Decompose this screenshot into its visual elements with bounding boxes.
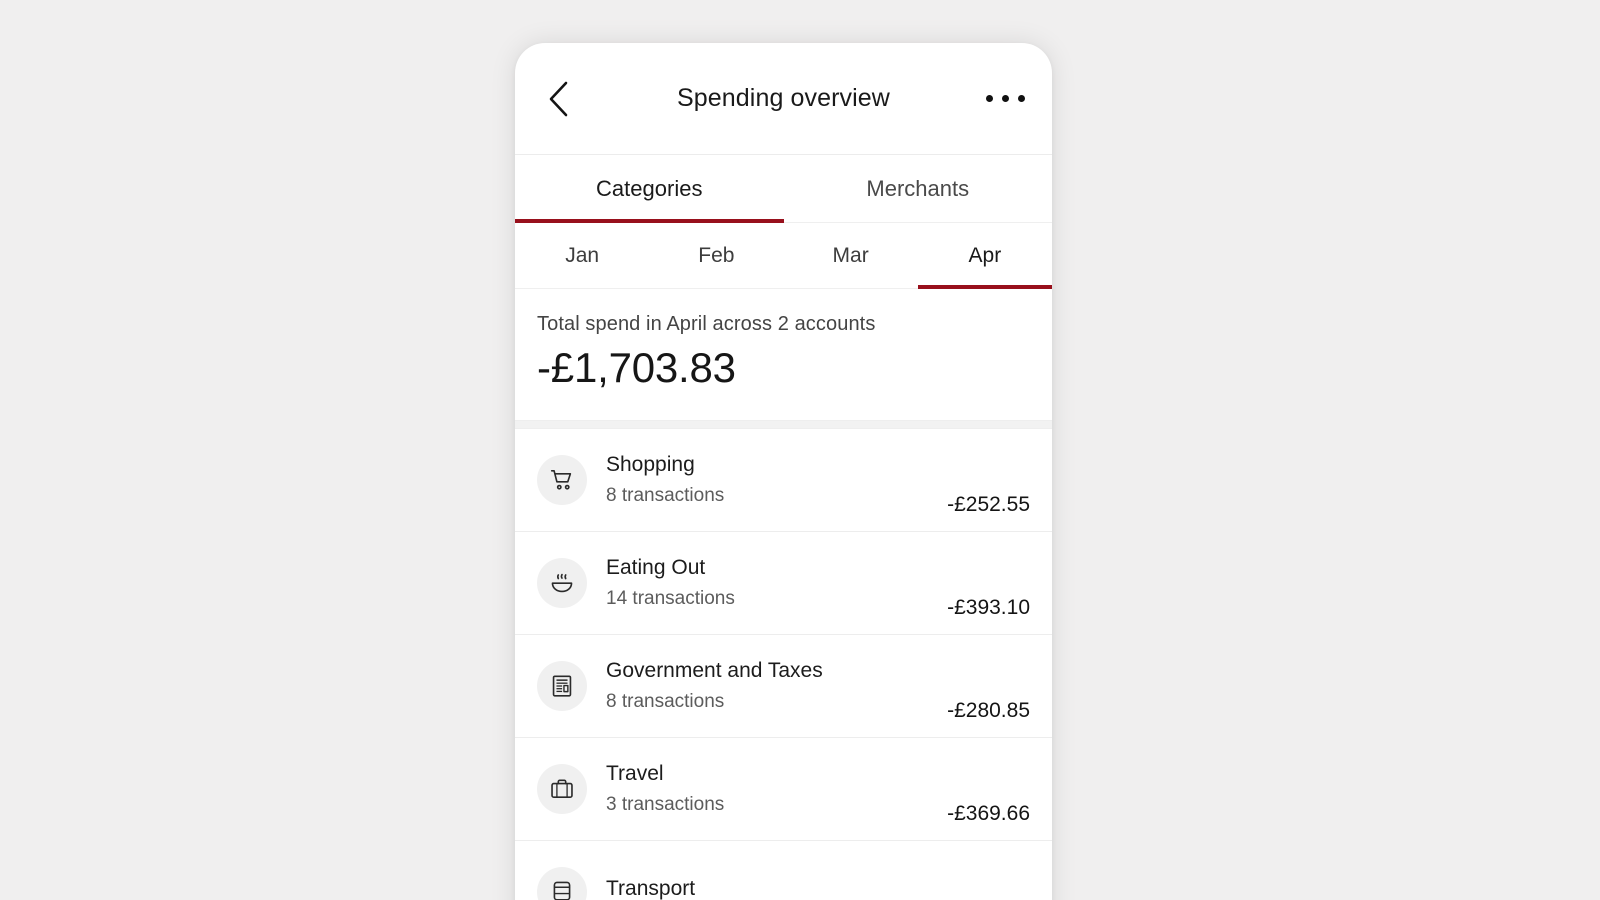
chevron-left-icon bbox=[546, 79, 572, 119]
overflow-dot-3 bbox=[1017, 95, 1025, 102]
category-amount: -£393.10 bbox=[947, 596, 1030, 619]
category-name: Eating Out bbox=[606, 555, 706, 579]
tab-month-feb[interactable]: Feb bbox=[649, 223, 783, 288]
overflow-dot-1 bbox=[985, 95, 993, 102]
category-name: Government and Taxes bbox=[606, 658, 823, 682]
summary-amount: -£1,703.83 bbox=[537, 344, 736, 391]
phone-card: Spending overview Categories Merchants J… bbox=[515, 43, 1052, 900]
overflow-dot-2 bbox=[1001, 95, 1009, 102]
category-row-shopping[interactable]: Shopping 8 transactions -£252.55 bbox=[515, 429, 1052, 532]
category-amount: -£369.66 bbox=[947, 802, 1030, 825]
category-text: Transport bbox=[606, 875, 1030, 900]
document-icon bbox=[537, 661, 587, 711]
category-transactions: 8 transactions bbox=[606, 485, 725, 507]
category-name: Travel bbox=[606, 761, 664, 785]
tab-month-feb-label: Feb bbox=[698, 243, 735, 267]
category-text: Government and Taxes 8 transactions bbox=[606, 657, 947, 715]
screen: Spending overview Categories Merchants J… bbox=[0, 0, 1600, 900]
app-bar: Spending overview bbox=[515, 43, 1052, 155]
category-row-travel[interactable]: Travel 3 transactions -£369.66 bbox=[515, 738, 1052, 841]
soup-bowl-icon bbox=[537, 558, 587, 608]
bus-icon bbox=[537, 867, 587, 900]
category-name: Transport bbox=[606, 877, 696, 900]
tab-month-mar[interactable]: Mar bbox=[784, 223, 918, 288]
category-name: Shopping bbox=[606, 452, 695, 476]
category-amount: -£252.55 bbox=[947, 493, 1030, 516]
primary-tabs: Categories Merchants bbox=[515, 155, 1052, 223]
suitcase-icon bbox=[537, 764, 587, 814]
overflow-menu-icon[interactable] bbox=[978, 77, 1032, 121]
tab-month-apr[interactable]: Apr bbox=[917, 223, 1052, 289]
summary-label: Total spend in April across 2 accounts bbox=[537, 313, 876, 335]
category-row-eating-out[interactable]: Eating Out 14 transactions -£393.10 bbox=[515, 532, 1052, 635]
page-title: Spending overview bbox=[677, 84, 890, 112]
tab-month-mar-label: Mar bbox=[832, 243, 869, 267]
category-row-transport[interactable]: Transport bbox=[515, 841, 1052, 900]
back-button[interactable] bbox=[533, 73, 585, 125]
category-text: Travel 3 transactions bbox=[606, 760, 947, 818]
category-transactions: 8 transactions bbox=[606, 691, 725, 713]
tab-merchants[interactable]: Merchants bbox=[784, 155, 1053, 222]
category-amount: -£280.85 bbox=[947, 699, 1030, 722]
shopping-cart-icon bbox=[537, 455, 587, 505]
tab-categories-label: Categories bbox=[596, 175, 703, 201]
tab-month-jan[interactable]: Jan bbox=[515, 223, 649, 288]
tab-month-jan-label: Jan bbox=[565, 243, 600, 267]
tab-merchants-label: Merchants bbox=[866, 175, 970, 201]
month-tabs: Jan Feb Mar Apr bbox=[515, 223, 1052, 289]
tab-month-apr-label: Apr bbox=[968, 243, 1002, 267]
spend-summary: Total spend in April across 2 accounts -… bbox=[515, 289, 1052, 420]
category-text: Shopping 8 transactions bbox=[606, 451, 947, 509]
category-text: Eating Out 14 transactions bbox=[606, 554, 947, 612]
category-row-government-and-taxes[interactable]: Government and Taxes 8 transactions -£28… bbox=[515, 635, 1052, 738]
category-transactions: 14 transactions bbox=[606, 588, 735, 610]
category-list: Shopping 8 transactions -£252.55 Eating bbox=[515, 429, 1052, 900]
category-transactions: 3 transactions bbox=[606, 794, 725, 816]
tab-categories[interactable]: Categories bbox=[515, 155, 784, 223]
section-divider bbox=[515, 420, 1052, 429]
